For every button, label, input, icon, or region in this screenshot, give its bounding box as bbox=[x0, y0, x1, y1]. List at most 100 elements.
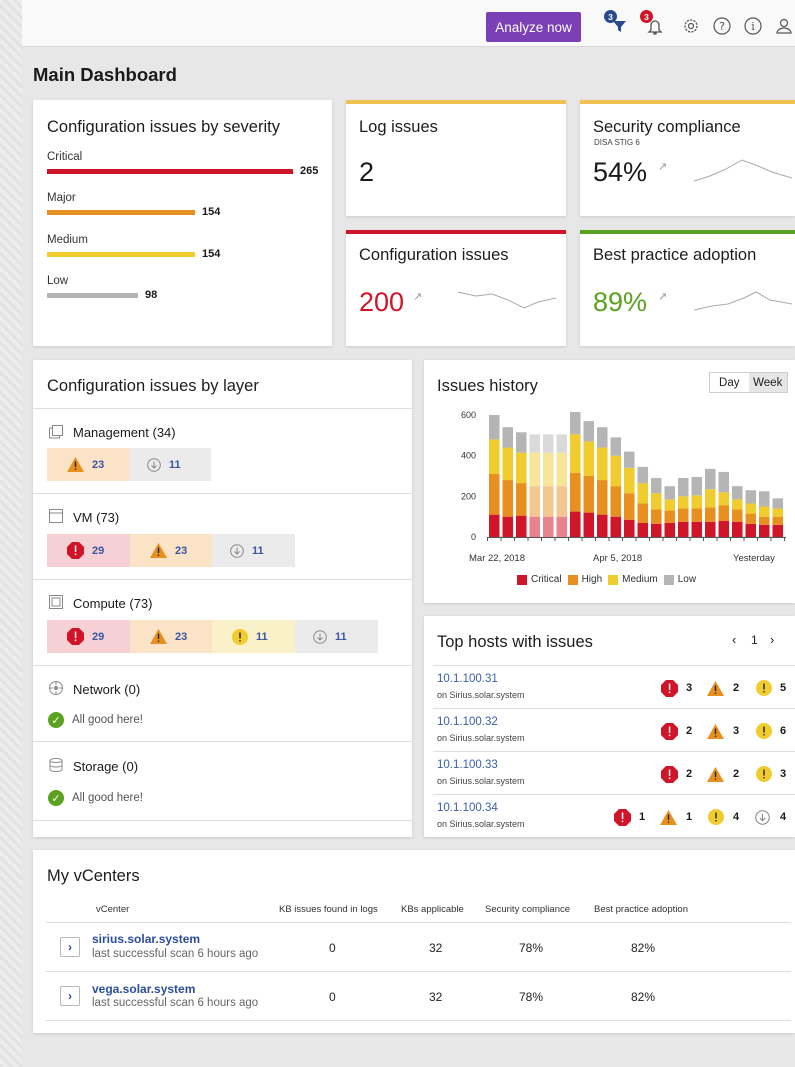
compute-warning-cell[interactable]: 23 bbox=[130, 620, 212, 653]
bar-segment-high[interactable] bbox=[624, 493, 635, 520]
bar-segment-medium[interactable] bbox=[610, 455, 622, 487]
bar-segment-low[interactable] bbox=[678, 478, 689, 497]
security-compliance-card[interactable]: Security compliance DISA STIG 6 54% ↗ bbox=[580, 100, 795, 216]
bar-segment-high[interactable] bbox=[759, 516, 770, 525]
compute-medium-cell[interactable]: 11 bbox=[212, 620, 295, 653]
host-link[interactable]: 10.1.100.33 bbox=[437, 759, 498, 771]
bar-segment-low[interactable] bbox=[597, 427, 608, 448]
bar-segment-critical[interactable] bbox=[529, 516, 541, 537]
bar-segment-medium[interactable] bbox=[759, 506, 770, 517]
bar-segment-medium[interactable] bbox=[691, 495, 703, 509]
bar-segment-high[interactable] bbox=[745, 513, 757, 524]
bar-segment-low[interactable] bbox=[745, 490, 757, 504]
bar-segment-high[interactable] bbox=[543, 486, 554, 517]
expand-chevron-icon[interactable]: › bbox=[60, 937, 80, 957]
bar-segment-critical[interactable] bbox=[759, 524, 770, 537]
expand-chevron-icon[interactable]: › bbox=[60, 986, 80, 1006]
bar-segment-critical[interactable] bbox=[556, 516, 568, 537]
bar-segment-medium[interactable] bbox=[732, 499, 743, 510]
bar-segment-low[interactable] bbox=[664, 486, 676, 500]
bar-segment-medium[interactable] bbox=[583, 441, 595, 476]
bar-segment-high[interactable] bbox=[678, 508, 689, 522]
bar-segment-high[interactable] bbox=[664, 510, 676, 523]
bar-segment-medium[interactable] bbox=[516, 452, 527, 484]
bar-segment-medium[interactable] bbox=[624, 467, 635, 494]
bar-segment-critical[interactable] bbox=[489, 514, 500, 537]
bar-segment-critical[interactable] bbox=[732, 521, 743, 537]
settings-icon[interactable] bbox=[680, 15, 702, 37]
bar-segment-low[interactable] bbox=[543, 434, 554, 453]
bar-segment-low[interactable] bbox=[651, 478, 662, 494]
analyze-now-button[interactable]: Analyze now bbox=[486, 12, 581, 42]
bar-segment-critical[interactable] bbox=[597, 514, 608, 537]
bar-segment-critical[interactable] bbox=[570, 511, 581, 537]
bar-segment-medium[interactable] bbox=[597, 447, 608, 481]
bar-segment-high[interactable] bbox=[705, 507, 716, 522]
bar-segment-low[interactable] bbox=[610, 437, 622, 456]
bar-segment-medium[interactable] bbox=[637, 483, 649, 504]
bar-segment-high[interactable] bbox=[556, 486, 568, 517]
management-low-cell[interactable]: 11 bbox=[129, 448, 211, 481]
bar-segment-medium[interactable] bbox=[772, 508, 784, 517]
bar-segment-medium[interactable] bbox=[502, 447, 514, 481]
bar-segment-high[interactable] bbox=[516, 483, 527, 516]
bar-segment-low[interactable] bbox=[516, 432, 527, 453]
bar-segment-critical[interactable] bbox=[543, 516, 554, 537]
bell-icon[interactable]: 3 bbox=[640, 10, 666, 37]
pager-prev-icon[interactable]: ‹ bbox=[732, 632, 736, 647]
layer-name-network[interactable]: Network (0) bbox=[73, 682, 140, 697]
vm-warning-cell[interactable]: 23 bbox=[130, 534, 212, 567]
layer-name-vm[interactable]: VM (73) bbox=[73, 510, 119, 525]
bar-segment-high[interactable] bbox=[732, 509, 743, 522]
layer-name-compute[interactable]: Compute (73) bbox=[73, 596, 152, 611]
bar-segment-medium[interactable] bbox=[543, 452, 554, 487]
bar-segment-low[interactable] bbox=[502, 427, 514, 448]
vcenter-link[interactable]: sirius.solar.system bbox=[92, 932, 200, 946]
best-practice-card[interactable]: Best practice adoption 89% ↗ bbox=[580, 230, 795, 346]
bar-segment-critical[interactable] bbox=[610, 516, 622, 537]
bar-segment-medium[interactable] bbox=[651, 493, 662, 510]
bar-segment-critical[interactable] bbox=[516, 515, 527, 537]
bar-segment-low[interactable] bbox=[556, 434, 568, 453]
vm-low-cell[interactable]: 11 bbox=[212, 534, 295, 567]
vm-critical-cell[interactable]: 29 bbox=[47, 534, 130, 567]
bar-segment-high[interactable] bbox=[691, 508, 703, 522]
bar-segment-low[interactable] bbox=[691, 477, 703, 496]
filter-icon[interactable]: 3 bbox=[604, 10, 630, 37]
toggle-day[interactable]: Day bbox=[710, 373, 749, 392]
layer-name-management[interactable]: Management (34) bbox=[73, 425, 176, 440]
layer-name-storage[interactable]: Storage (0) bbox=[73, 759, 138, 774]
bar-segment-critical[interactable] bbox=[502, 516, 514, 537]
bar-segment-high[interactable] bbox=[502, 480, 514, 517]
bar-segment-critical[interactable] bbox=[718, 520, 730, 537]
bar-segment-high[interactable] bbox=[637, 503, 649, 523]
bar-segment-critical[interactable] bbox=[624, 519, 635, 537]
bar-segment-high[interactable] bbox=[651, 509, 662, 524]
bar-segment-high[interactable] bbox=[529, 486, 541, 517]
compute-critical-cell[interactable]: 29 bbox=[47, 620, 130, 653]
bar-segment-medium[interactable] bbox=[529, 452, 541, 487]
vcenter-link[interactable]: vega.solar.system bbox=[92, 982, 195, 996]
bar-segment-high[interactable] bbox=[610, 486, 622, 517]
configuration-issues-card[interactable]: Configuration issues 200 ↗ bbox=[346, 230, 566, 346]
bar-segment-critical[interactable] bbox=[745, 523, 757, 537]
bar-segment-low[interactable] bbox=[489, 415, 500, 440]
bar-segment-critical[interactable] bbox=[772, 524, 784, 537]
bar-segment-medium[interactable] bbox=[718, 492, 730, 506]
host-link[interactable]: 10.1.100.32 bbox=[437, 716, 498, 728]
bar-segment-low[interactable] bbox=[718, 471, 730, 493]
bar-segment-medium[interactable] bbox=[705, 489, 716, 508]
bar-segment-critical[interactable] bbox=[705, 521, 716, 537]
bar-segment-low[interactable] bbox=[759, 491, 770, 507]
user-icon[interactable] bbox=[773, 15, 795, 37]
bar-segment-low[interactable] bbox=[529, 434, 541, 453]
bar-segment-low[interactable] bbox=[637, 466, 649, 484]
bar-segment-high[interactable] bbox=[489, 473, 500, 515]
bar-segment-low[interactable] bbox=[624, 451, 635, 468]
log-issues-card[interactable]: Log issues 2 bbox=[346, 100, 566, 216]
bar-segment-low[interactable] bbox=[570, 411, 581, 435]
bar-segment-low[interactable] bbox=[705, 468, 716, 490]
bar-segment-medium[interactable] bbox=[664, 499, 676, 511]
bar-segment-medium[interactable] bbox=[745, 503, 757, 514]
pager-next-icon[interactable]: › bbox=[770, 632, 774, 647]
